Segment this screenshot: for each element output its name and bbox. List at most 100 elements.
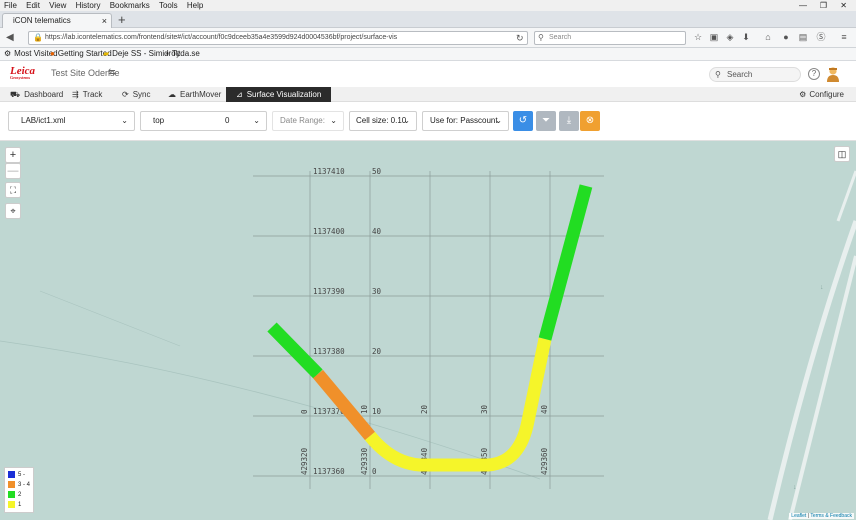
home-icon[interactable]: ⌂	[762, 31, 774, 43]
clear-button[interactable]: ⊗	[580, 111, 600, 131]
date-range-select[interactable]: Date Range: ⌄	[272, 111, 344, 131]
undo-icon: ↺	[518, 115, 528, 126]
browser-search-input[interactable]: ⚲ Search	[534, 31, 686, 45]
use-for-select[interactable]: Use for: Passcount ⌄	[422, 111, 509, 131]
restore-icon[interactable]: ❐	[820, 0, 827, 11]
download-icon: ⤓	[566, 115, 572, 126]
map-attribution: Leaflet | Terms & Feedback	[789, 513, 854, 519]
legend-label: 2	[18, 492, 22, 498]
use-for-label: Use for: Passcount	[430, 116, 498, 125]
bookmarks-bar: ⚙ Most Visited ● Getting Started ▰ Deje SS …	[0, 48, 856, 61]
strip-green-left	[267, 322, 323, 379]
tab-close-icon[interactable]: ×	[102, 14, 107, 28]
road-arrow-icon: ↓	[820, 284, 824, 291]
menu-view[interactable]: View	[49, 1, 66, 10]
strip-yellow-curve	[364, 337, 552, 472]
tab-dashboard[interactable]: ⛟ Dashboard	[10, 87, 63, 102]
tab-label: EarthMover	[180, 90, 222, 99]
download-button[interactable]: ⤓	[559, 111, 579, 131]
tab-label: Sync	[132, 90, 151, 99]
lock-icon: 🔒	[33, 33, 43, 42]
tab-track[interactable]: ⇶ Track	[72, 87, 102, 102]
chevron-down-icon: ⌄	[403, 116, 410, 125]
layer-select-value: top	[153, 116, 165, 125]
fit-extent-icon[interactable]: ⛶	[5, 182, 21, 198]
layers-icon[interactable]: ◫	[834, 146, 850, 162]
strip-green-right	[538, 184, 593, 341]
tab-label: Dashboard	[24, 90, 64, 99]
help-icon[interactable]: ?	[808, 68, 820, 80]
zoom-in-button[interactable]: +	[5, 147, 21, 163]
northing-label: 1137380	[313, 347, 345, 356]
menu-history[interactable]: History	[76, 1, 101, 10]
configure-button[interactable]: ⚙ Configure	[799, 87, 844, 102]
chevron-down-icon: ⌄	[121, 116, 128, 125]
clipboard-icon[interactable]: ▣	[708, 31, 720, 43]
locate-icon[interactable]: ⌖	[5, 203, 21, 219]
filter-icon: ⏷	[542, 115, 550, 126]
user-avatar[interactable]	[826, 66, 840, 82]
tab-sync[interactable]: ⟳ Sync	[122, 87, 151, 102]
chat-icon[interactable]: ●	[780, 31, 792, 43]
app-search-input[interactable]: ⚲ Search	[709, 67, 801, 82]
terms-link[interactable]: Terms & Feedback	[810, 513, 852, 519]
sync-icon: ⟳	[122, 90, 129, 99]
local-x-tick-label: 10	[360, 404, 369, 414]
surface-toolbar: LAB/ict1.xml ⌄ top 0 ⌄ Date Range: ⌄ Cel…	[0, 102, 856, 141]
new-tab-button[interactable]: +	[118, 11, 126, 28]
bookmark-tyda[interactable]: ▪ Tyda.se	[166, 48, 200, 60]
refresh-button[interactable]: ↺	[513, 111, 533, 131]
easting-label: 429360	[540, 447, 549, 475]
legend-label: 1	[18, 502, 22, 508]
menu-bookmarks[interactable]: Bookmarks	[110, 1, 150, 10]
close-window-icon[interactable]: ✕	[840, 0, 847, 11]
extension-icon[interactable]: ▤	[797, 31, 809, 43]
star-icon[interactable]: ☆	[692, 31, 704, 43]
legend-row: 3 - 4	[8, 480, 30, 490]
back-icon[interactable]: ◀	[6, 31, 14, 45]
northing-label: 1137400	[313, 227, 345, 236]
road-right-top	[836, 170, 856, 222]
filter-button[interactable]: ⏷	[536, 111, 556, 131]
zoom-out-button[interactable]: —	[5, 163, 21, 179]
menu-help[interactable]: Help	[187, 1, 203, 10]
browser-tab-bar: iCON telematics ×	[0, 11, 856, 28]
download-icon[interactable]: ⬇	[740, 31, 752, 43]
tyda-icon: ▪	[166, 49, 169, 58]
app-search-label: Search	[727, 70, 753, 79]
hamburger-menu-icon[interactable]: ≡	[838, 31, 850, 43]
file-select[interactable]: LAB/ict1.xml ⌄	[8, 111, 135, 131]
track-icon: ⇶	[72, 90, 79, 99]
layer-select[interactable]: top 0 ⌄	[140, 111, 267, 131]
browser-tab[interactable]: iCON telematics ×	[2, 13, 112, 28]
tab-surface-visualization[interactable]: ⊿ Surface Visualization	[226, 87, 332, 102]
leaflet-link[interactable]: Leaflet	[791, 513, 806, 519]
local-x-tick-label: 20	[420, 404, 429, 414]
background-road-line	[0, 340, 541, 480]
url-text: https://lab.icontelematics.com/frontend/…	[45, 34, 398, 41]
minimize-icon[interactable]: —	[799, 0, 807, 11]
pocket-icon[interactable]: ◈	[724, 31, 736, 43]
file-select-value: LAB/ict1.xml	[21, 116, 66, 125]
passcount-legend: 5 - 3 - 4 2 1	[4, 467, 34, 513]
road-right-outer	[767, 220, 856, 520]
map-canvas[interactable]: ↓ ↓ 1137410 50 1137400 40 1137390 30 1137380 20…	[0, 141, 856, 520]
local-y-tick-label: 10	[372, 407, 382, 416]
menu-file[interactable]: File	[4, 1, 17, 10]
leica-logo: Leica Geosystems	[10, 65, 35, 83]
cell-size-select[interactable]: Cell size: 0.10 ⌄	[349, 111, 417, 131]
firefox-icon: ●	[50, 49, 55, 58]
local-x-tick-label: 30	[480, 404, 489, 414]
url-bar[interactable]: 🔒 https://lab.icontelematics.com/fronten…	[28, 31, 528, 45]
skype-icon[interactable]: Ⓢ	[815, 31, 827, 43]
menu-edit[interactable]: Edit	[26, 1, 40, 10]
menu-tools[interactable]: Tools	[159, 1, 178, 10]
browser-menu-bar: File Edit View History Bookmarks Tools H…	[0, 0, 856, 11]
reload-icon[interactable]: ↻	[516, 31, 524, 45]
tab-earthmover[interactable]: ☁ EarthMover	[168, 87, 221, 102]
local-x-tick-label: 40	[540, 404, 549, 414]
switch-site-icon[interactable]: ⇆	[108, 67, 116, 78]
date-range-label: Date Range:	[280, 116, 325, 125]
northing-label: 1137360	[313, 467, 345, 476]
legend-row: 5 -	[8, 470, 30, 480]
